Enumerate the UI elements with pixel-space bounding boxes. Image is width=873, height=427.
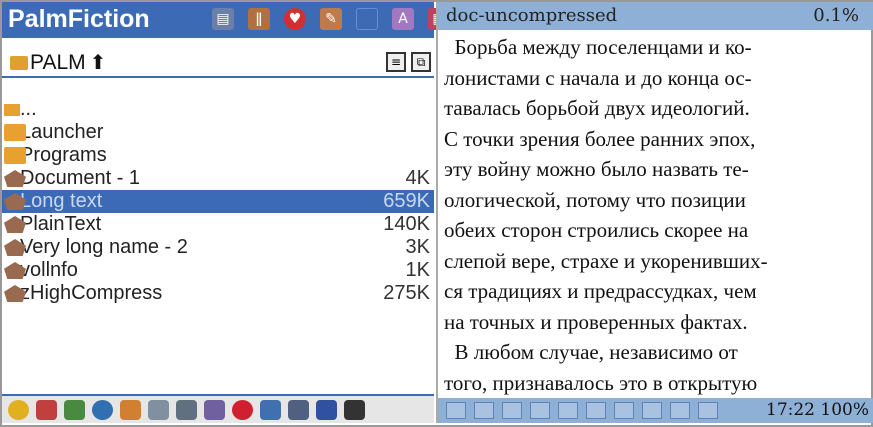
file-name: Long text — [20, 190, 103, 212]
clock-battery: 17:22 100% — [766, 400, 869, 420]
file-name: Very long name - 2 — [20, 236, 188, 258]
reader-pane: doc-uncompressed 0.1% Борьба между посел… — [436, 2, 873, 423]
file-row[interactable]: Very long name - 2 3K — [2, 236, 434, 259]
up-arrow-icon[interactable]: ⬆ — [90, 52, 107, 74]
text-line: тавалась борьбой двух идеологий. — [444, 96, 750, 120]
font-icon[interactable]: A — [392, 8, 414, 30]
reading-progress: 0.1% — [813, 5, 859, 26]
copy-file-icon[interactable] — [148, 399, 169, 420]
printer-icon[interactable] — [288, 399, 309, 420]
file-browser-pane: PalmFiction ▤ ǁ ♥ ✎ A ▦ ✿ PALM⬆ ≡ ⧉ ...L… — [2, 2, 486, 423]
text-line: обеих сторон строились скорее на — [444, 218, 749, 242]
file-name: Launcher — [20, 121, 104, 143]
file-list: ... Launcher Programs Document - 1 4K Long te… — [2, 98, 434, 305]
document-name: doc-uncompressed — [446, 5, 618, 26]
card-icon[interactable] — [260, 399, 281, 420]
page-forward-icon[interactable] — [586, 402, 606, 419]
info-icon[interactable] — [698, 402, 718, 419]
delete-icon[interactable] — [36, 399, 57, 420]
title-bar: PalmFiction ▤ ǁ ♥ ✎ A ▦ ✿ — [2, 2, 486, 38]
folder-icon — [4, 124, 26, 141]
bookmark-icon[interactable] — [502, 402, 522, 419]
path-bar: PALM ⬆ ≡ ⧉ — [2, 46, 434, 78]
file-name: Document - 1 — [20, 167, 141, 189]
folder-row[interactable]: Programs — [2, 144, 434, 167]
file-name: PlainText — [20, 213, 102, 235]
text-line: слепой вере, страхе и укоренивших- — [444, 248, 768, 273]
text-line: В любом случае, независимо от — [444, 340, 738, 364]
text-line: на точных и проверенных фактах. — [444, 309, 748, 334]
zoom-icon[interactable] — [642, 402, 662, 419]
favorite-icon[interactable] — [232, 399, 253, 420]
file-name: Programs — [20, 144, 107, 166]
info-icon[interactable] — [92, 399, 113, 420]
library-icon[interactable]: ▤ — [212, 8, 234, 30]
beam-icon[interactable] — [204, 399, 225, 420]
parent-folder-row[interactable]: ... — [2, 98, 434, 121]
text-line: лонистами с начала и до конца ос- — [444, 65, 752, 90]
file-row[interactable]: Document - 1 4K — [2, 167, 434, 190]
spacer-icon — [356, 8, 378, 30]
rotate-icon[interactable] — [614, 402, 634, 419]
home-icon[interactable] — [8, 399, 29, 420]
app-title: PalmFiction — [8, 5, 150, 33]
reader-toolbar — [446, 402, 718, 419]
file-row[interactable]: Long text 659K — [2, 190, 434, 213]
cut-icon[interactable] — [120, 399, 141, 420]
bottom-toolbar — [2, 394, 434, 423]
reader-status-bar: 17:22 100% — [438, 398, 873, 423]
reader-text[interactable]: Борьба между поселенцами и ко-лонистами … — [444, 32, 870, 398]
file-size: 140K — [383, 213, 430, 235]
file-name: vollnfo — [20, 259, 78, 281]
file-row[interactable]: PlainText 140K — [2, 213, 434, 236]
list-view-button[interactable]: ≡ — [386, 52, 406, 72]
bookshelf-icon[interactable]: ǁ — [248, 8, 270, 30]
file-row[interactable]: zHighCompress 275K — [2, 282, 434, 305]
file-name: zHighCompress — [20, 282, 163, 304]
edit-icon[interactable] — [64, 399, 85, 420]
binoculars-search-icon[interactable] — [344, 399, 365, 420]
find-icon[interactable] — [530, 402, 550, 419]
folder-icon — [4, 104, 20, 116]
settings-icon[interactable] — [670, 402, 690, 419]
file-row[interactable]: vollnfo 1K — [2, 259, 434, 282]
text-line: того, признавалось это в открытую — [444, 370, 758, 395]
menu-icon[interactable] — [446, 402, 466, 419]
document-header: doc-uncompressed 0.1% — [438, 2, 873, 30]
file-name: ... — [20, 98, 37, 120]
text-line: ся традициях и предрассудках, чем — [444, 279, 757, 303]
text-line: Борьба между поселенцами и ко- — [444, 35, 752, 59]
folder-row[interactable]: Launcher — [2, 121, 434, 144]
current-path[interactable]: PALM ⬆ — [10, 50, 106, 75]
file-size: 4K — [405, 167, 430, 189]
text-line: С точки зрения более ранних эпох, — [444, 126, 756, 151]
bookmark-icon[interactable]: ✎ — [320, 8, 342, 30]
paste-icon[interactable] — [176, 399, 197, 420]
text-line: ологической, потому что позиции — [444, 187, 746, 212]
file-size: 275K — [383, 282, 430, 304]
page-back-icon[interactable] — [558, 402, 578, 419]
favorites-heart-icon[interactable]: ♥ — [284, 8, 306, 30]
file-size: 659K — [383, 190, 430, 212]
sync-icon[interactable] — [316, 399, 337, 420]
file-size: 1K — [405, 259, 430, 281]
text-line: эту войну можно было назвать те- — [444, 157, 749, 181]
file-size: 3K — [405, 236, 430, 258]
copy-button[interactable]: ⧉ — [411, 52, 431, 72]
folder-icon — [4, 147, 26, 164]
folder-icon — [10, 56, 28, 71]
library-icon[interactable] — [474, 402, 494, 419]
